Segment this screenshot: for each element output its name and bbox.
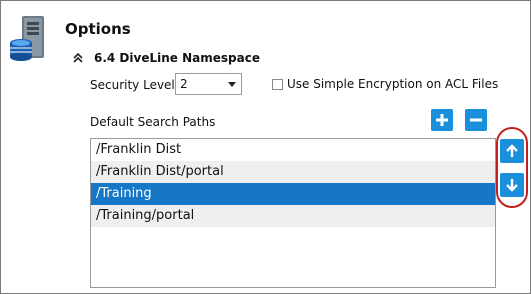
encryption-checkbox[interactable]	[272, 78, 283, 90]
security-level-value: 2	[180, 77, 188, 91]
double-chevron-up-icon[interactable]	[72, 52, 84, 64]
security-level-select[interactable]: 2	[175, 73, 242, 95]
encryption-option[interactable]: Use Simple Encryption on ACL Files	[272, 77, 498, 91]
search-paths-list[interactable]: /Franklin Dist /Franklin Dist/portal /Tr…	[90, 138, 496, 288]
panel-title: Options	[65, 20, 131, 38]
list-item[interactable]: /Franklin Dist/portal	[91, 161, 495, 183]
move-down-button[interactable]	[500, 173, 524, 197]
remove-path-button[interactable]	[465, 109, 487, 131]
list-item[interactable]: /Training	[91, 183, 495, 205]
arrow-up-icon	[506, 144, 518, 157]
arrow-down-icon	[506, 179, 518, 192]
list-item[interactable]: /Training/portal	[91, 205, 495, 227]
plus-icon	[436, 114, 448, 126]
add-path-button[interactable]	[431, 109, 453, 131]
database-server-icon	[8, 14, 58, 64]
list-item[interactable]: /Franklin Dist	[91, 139, 495, 161]
search-paths-label: Default Search Paths	[90, 115, 216, 129]
encryption-label: Use Simple Encryption on ACL Files	[287, 77, 499, 91]
section-title: 6.4 DiveLine Namespace	[94, 51, 260, 65]
minus-icon	[470, 118, 482, 122]
caret-down-icon	[228, 82, 236, 87]
section-header[interactable]: 6.4 DiveLine Namespace	[72, 51, 260, 65]
security-level-label: Security Level	[90, 78, 175, 92]
move-up-button[interactable]	[500, 139, 524, 163]
